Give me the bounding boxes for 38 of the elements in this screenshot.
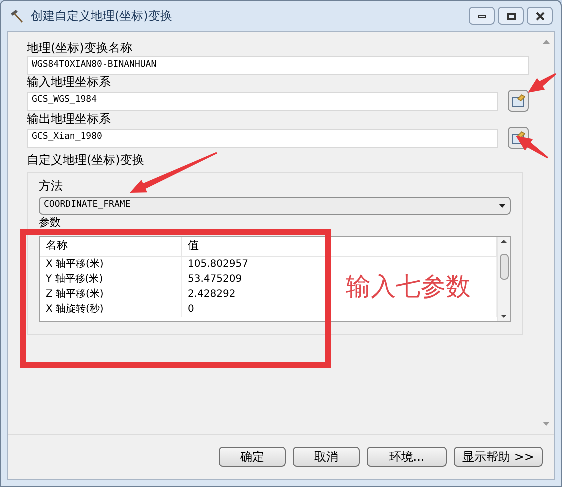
minimize-icon: [478, 14, 486, 18]
text-field[interactable]: WGS84TOXIAN80-BINANHUAN: [27, 56, 529, 75]
close-button[interactable]: [527, 7, 553, 25]
field-label: 输出地理坐标系: [27, 112, 112, 127]
minimize-button[interactable]: [469, 7, 495, 25]
dialog-button[interactable]: 环境...: [367, 447, 447, 467]
text-field[interactable]: GCS_WGS_1984: [27, 92, 498, 110]
scrollbar[interactable]: [497, 237, 510, 321]
field-label: 地理(坐标)变换名称: [27, 41, 134, 56]
scroll-up-icon: [543, 40, 550, 44]
method-label: 方法: [39, 179, 64, 194]
browse-button[interactable]: [508, 90, 529, 112]
dialog-button[interactable]: 确定: [219, 447, 286, 467]
table-cell: Y 轴平移(米): [40, 272, 182, 287]
annotation-arrow: [516, 136, 548, 159]
hammer-icon: [9, 8, 25, 24]
window-title: 创建自定义地理(坐标)变换: [31, 8, 172, 25]
text-field[interactable]: GCS_Xian_1980: [27, 128, 498, 148]
dialog-button[interactable]: 显示帮助 >>: [454, 447, 543, 467]
scroll-down-icon: [501, 315, 507, 318]
group-title: 自定义地理(坐标)变换: [27, 153, 146, 168]
folder-icon: [512, 94, 526, 108]
table-cell: Z 轴平移(米): [40, 287, 182, 302]
close-icon: [536, 12, 544, 20]
scroll-thumb[interactable]: [500, 254, 508, 280]
column-header[interactable]: 名称: [40, 237, 182, 256]
scroll-up-icon: [501, 240, 507, 243]
field-label: 输入地理坐标系: [27, 75, 112, 90]
table-cell: X 轴平移(米): [40, 257, 182, 272]
maximize-icon: [506, 12, 516, 20]
method-dropdown[interactable]: COORDINATE_FRAME: [39, 197, 511, 215]
maximize-button[interactable]: [498, 7, 524, 25]
annotation-arrow: [528, 73, 556, 93]
params-label: 参数: [39, 216, 62, 229]
scroll-down-icon: [543, 422, 550, 426]
dialog-button[interactable]: 取消: [293, 447, 360, 467]
table-cell: X 轴旋转(秒): [40, 302, 182, 317]
dropdown-caret-icon: [499, 204, 506, 208]
